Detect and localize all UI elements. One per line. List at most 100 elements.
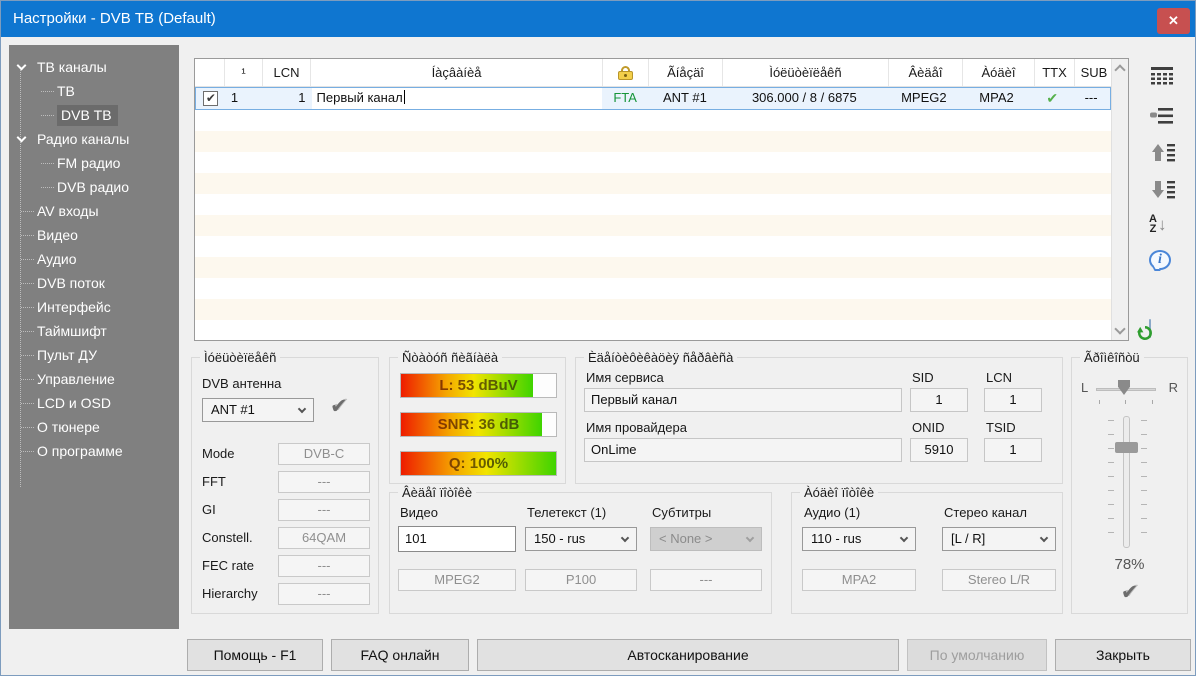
sidebar-item-video[interactable]: Видео <box>9 223 179 247</box>
close-dialog-button[interactable]: Закрыть <box>1055 639 1191 671</box>
antenna-apply-icon[interactable]: ✔ <box>330 394 348 419</box>
sidebar-item-dvb-stream[interactable]: DVB поток <box>9 271 179 295</box>
sidebar-item-radio-channels[interactable]: Радио каналы <box>9 127 179 151</box>
sidebar-item-control[interactable]: Управление <box>9 367 179 391</box>
tsid-label: TSID <box>986 420 1016 435</box>
sidebar-item-audio[interactable]: Аудио <box>9 247 179 271</box>
balance-slider-thumb[interactable] <box>1118 380 1130 395</box>
header-number[interactable]: ¹ <box>225 59 263 86</box>
service-group-title: Èäåíòèôèêàöèÿ ñåðâèñà <box>584 350 737 365</box>
sidebar-item-dvb-radio[interactable]: DVB радио <box>9 175 179 199</box>
channel-table-header: ¹ LCN Íàçâàíèå Ãíåçäî Ìóëüòèïëåêñ Âèäåî … <box>195 59 1128 87</box>
sidebar-item-interface[interactable]: Интерфейс <box>9 295 179 319</box>
sidebar-item-tv-channels[interactable]: ТВ каналы <box>9 55 179 79</box>
sidebar-item-about-tuner[interactable]: О тюнере <box>9 415 179 439</box>
channel-table-empty-rows <box>195 110 1111 341</box>
header-audio[interactable]: Àóäèî <box>963 59 1035 86</box>
title-bar[interactable]: Настройки - DVB ТВ (Default) ✕ <box>1 1 1195 37</box>
sidebar-item-tv[interactable]: ТВ <box>9 79 179 103</box>
volume-ticks-left <box>1108 420 1114 546</box>
scroll-down-icon[interactable] <box>1114 323 1125 334</box>
lcn-label: LCN <box>986 370 1012 385</box>
teletext-select[interactable]: 150 - rus <box>525 527 637 551</box>
help-button[interactable]: Помощь - F1 <box>187 639 323 671</box>
table-row-empty <box>195 215 1111 236</box>
sidebar-item-label-selected: DVB ТВ <box>57 105 118 126</box>
move-up-icon[interactable] <box>1149 140 1179 170</box>
signal-snr-text: SNR: 36 dB <box>401 413 556 437</box>
header-video[interactable]: Âèäåî <box>889 59 963 86</box>
header-name[interactable]: Íàçâàíèå <box>311 59 603 86</box>
close-button[interactable]: ✕ <box>1157 8 1190 34</box>
stereo-mode-box: Stereo L/R <box>942 569 1056 591</box>
sidebar-item-av-inputs[interactable]: AV входы <box>9 199 179 223</box>
video-streams-group: Âèäåî ïîòîêè Видео 101 MPEG2 Телетекст (… <box>389 492 772 614</box>
checkbox-check-icon: ✔ <box>206 91 216 105</box>
header-lcn[interactable]: LCN <box>263 59 311 86</box>
move-down-icon[interactable] <box>1149 177 1179 207</box>
fft-value: --- <box>278 471 370 493</box>
provider-field[interactable]: OnLime <box>584 438 902 462</box>
chevron-down-icon <box>17 61 27 71</box>
channel-properties-icon[interactable] <box>1149 103 1179 133</box>
table-row-empty <box>195 152 1111 173</box>
header-socket[interactable]: Ãíåçäî <box>649 59 723 86</box>
faq-button[interactable]: FAQ онлайн <box>331 639 469 671</box>
lock-icon <box>618 66 633 80</box>
sidebar-item-label: О программе <box>37 443 123 459</box>
subtitles-label: Субтитры <box>652 505 711 520</box>
sidebar-item-timeshift[interactable]: Таймшифт <box>9 319 179 343</box>
volume-slider-track[interactable] <box>1123 416 1130 548</box>
combo-chevron-icon <box>746 534 754 542</box>
channel-name-editor[interactable]: Первый канал <box>312 88 603 109</box>
sidebar-item-lcd-osd[interactable]: LCD и OSD <box>9 391 179 415</box>
service-id-group: Èäåíòèôèêàöèÿ ñåðâèñà Имя сервиса Первый… <box>575 357 1063 484</box>
autoscan-button[interactable]: Автосканирование <box>477 639 899 671</box>
sidebar-item-about-app[interactable]: О программе <box>9 439 179 463</box>
volume-group-title: Ãðîìêîñòü <box>1080 350 1144 365</box>
volume-apply-icon[interactable]: ✔ <box>1121 581 1139 604</box>
channel-grid-icon[interactable] <box>1149 64 1179 94</box>
channel-table-body: ✔ 1 1 Первый канал FTA ANT #1 306.000 / … <box>195 87 1111 340</box>
volume-slider-thumb[interactable] <box>1115 442 1138 453</box>
header-sub[interactable]: SUB <box>1075 59 1113 86</box>
signal-quality-text: Q: 100% <box>401 452 556 476</box>
header-ttx[interactable]: TTX <box>1035 59 1075 86</box>
table-scrollbar[interactable] <box>1111 59 1128 340</box>
channel-info-icon[interactable]: i <box>1149 250 1179 280</box>
sort-az-icon[interactable]: A Z ↓ <box>1149 214 1179 244</box>
gi-label: GI <box>202 502 216 517</box>
channel-checkbox[interactable]: ✔ <box>203 91 218 106</box>
sidebar-item-fm-radio[interactable]: FM радио <box>9 151 179 175</box>
antenna-select[interactable]: ANT #1 <box>202 398 314 422</box>
volume-group: Ãðîìêîñòü L R 78% ✔ <box>1071 357 1188 614</box>
header-checkbox-column[interactable] <box>195 59 225 86</box>
signal-level-text: L: 53 dBuV <box>401 374 556 398</box>
balance-left-label: L <box>1081 380 1088 395</box>
teletext-page-box: P100 <box>525 569 637 591</box>
audio-codec-box: MPA2 <box>802 569 916 591</box>
volume-percent: 78% <box>1072 556 1187 573</box>
audio-select[interactable]: 110 - rus <box>802 527 916 551</box>
table-row-empty <box>195 278 1111 299</box>
antenna-value: ANT #1 <box>211 402 255 417</box>
combo-chevron-icon <box>298 405 306 413</box>
signal-quality-bar: Q: 100% <box>400 451 557 476</box>
channel-row-selected[interactable]: ✔ 1 1 Первый канал FTA ANT #1 306.000 / … <box>195 87 1111 110</box>
header-encryption[interactable] <box>603 59 649 86</box>
service-name-field[interactable]: Первый канал <box>584 388 902 412</box>
sidebar-item-label: Управление <box>37 371 115 387</box>
text-caret <box>404 90 405 104</box>
sidebar-item-remote[interactable]: Пульт ДУ <box>9 343 179 367</box>
sidebar-item-dvb-tv[interactable]: DVB ТВ <box>9 103 179 127</box>
fec-value: --- <box>278 555 370 577</box>
header-multiplex[interactable]: Ìóëüòèïëåêñ <box>723 59 889 86</box>
rescan-icon[interactable] <box>1149 320 1179 350</box>
sidebar-item-label: FM радио <box>57 155 120 171</box>
signal-group-title: Ñòàòóñ ñèãíàëà <box>398 350 502 365</box>
defaults-button[interactable]: По умолчанию <box>907 639 1047 671</box>
sid-label: SID <box>912 370 934 385</box>
video-pid-input[interactable]: 101 <box>398 526 516 552</box>
scroll-up-icon[interactable] <box>1114 64 1125 75</box>
stereo-select[interactable]: [L / R] <box>942 527 1056 551</box>
